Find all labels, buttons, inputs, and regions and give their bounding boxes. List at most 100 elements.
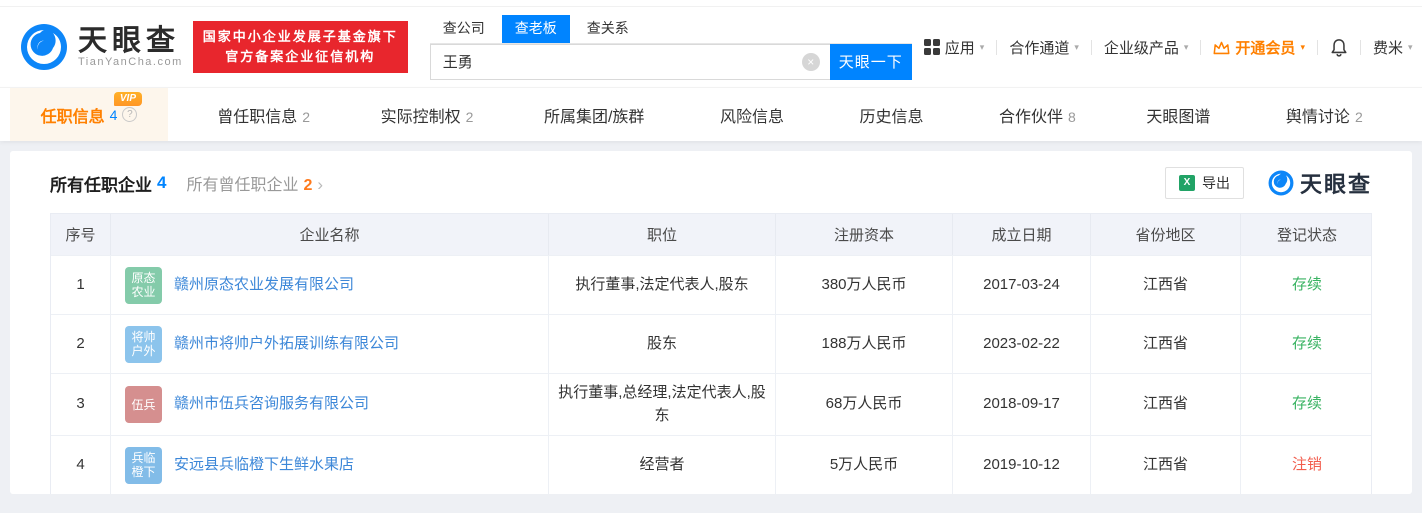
table-row: 1 原态 农业 赣州原态农业发展有限公司 执行董事,法定代表人,股东 380万人… (51, 255, 1371, 314)
chevron-down-icon: ▾ (1407, 41, 1413, 52)
export-label: 导出 (1201, 175, 1230, 191)
nav-apps-label: 应用 (944, 39, 975, 57)
col-header-region: 省份地区 (1091, 214, 1241, 255)
col-header-company: 企业名称 (111, 214, 549, 255)
help-icon[interactable]: ? (122, 107, 138, 122)
company-avatar: 原态 农业 (125, 266, 162, 304)
cell-position: 执行董事,总经理,法定代表人,股东 (549, 374, 776, 435)
company-avatar: 伍兵 (125, 386, 162, 423)
bell-icon (1331, 38, 1347, 57)
cell-company: 将帅 户外 赣州市将帅户外拓展训练有限公司 (111, 315, 549, 373)
table-row: 2 将帅 户外 赣州市将帅户外拓展训练有限公司 股东 188万人民币 2023-… (51, 314, 1371, 373)
status-badge: 存续 (1291, 395, 1322, 413)
nav-cooperation[interactable]: 合作通道 ▾ (997, 37, 1091, 58)
nav-notifications[interactable] (1318, 38, 1360, 57)
table-row: 3 伍兵 赣州市伍兵咨询服务有限公司 执行董事,总经理,法定代表人,股东 68万… (51, 373, 1371, 435)
tab-graph[interactable]: 天眼图谱 (1146, 103, 1215, 127)
clear-search-icon[interactable]: × (801, 52, 820, 71)
search-tab-company[interactable]: 查公司 (430, 15, 498, 43)
nav-open-membership[interactable]: 开通会员 ▾ (1201, 37, 1317, 58)
logo-title: 天眼查 (78, 25, 181, 57)
col-header-no: 序号 (51, 214, 111, 255)
col-header-capital: 注册资本 (776, 214, 953, 255)
tab-label: 实际控制权 (380, 108, 461, 126)
gov-certification-badge: 国家中小企业发展子基金旗下 官方备案企业征信机构 (192, 21, 408, 73)
cell-date: 2019-10-12 (953, 436, 1091, 494)
nav-member-label: 开通会员 (1235, 39, 1296, 57)
company-link[interactable]: 赣州原态农业发展有限公司 (174, 274, 354, 297)
search-tab-boss[interactable]: 查老板 (501, 14, 570, 43)
status-badge: 存续 (1291, 334, 1322, 352)
past-positions-count: 2 (303, 177, 313, 194)
positions-card: 所有任职企业 4 所有曾任职企业 2 › X 导出 天眼查 序号 企业名称 职位… (10, 151, 1412, 494)
tianyancha-swirl-icon (21, 24, 67, 70)
cell-company: 兵临 橙下 安远县兵临橙下生鲜水果店 (111, 436, 549, 494)
section-title-count: 4 (157, 173, 167, 192)
cell-company: 原态 农业 赣州原态农业发展有限公司 (111, 256, 549, 314)
crown-icon (1213, 41, 1230, 54)
tianyancha-watermark: 天眼查 (1268, 167, 1372, 199)
section-tabbar: VIP 任职信息 4 ? 曾任职信息 2 实际控制权 2 所属集团/族群 风险信… (0, 87, 1422, 141)
company-avatar-text: 户外 (131, 344, 156, 358)
nav-username: 费米 (1372, 39, 1403, 57)
tab-count: 2 (1354, 108, 1363, 125)
nav-apps[interactable]: 应用 ▾ (912, 37, 997, 58)
past-positions-link[interactable]: 所有曾任职企业 2 › (186, 171, 323, 195)
tab-count: 2 (465, 108, 474, 125)
cell-region: 江西省 (1091, 256, 1241, 314)
search-input[interactable] (429, 43, 830, 80)
tab-public-opinion[interactable]: 舆情讨论 2 (1286, 103, 1363, 127)
table-row: 4 兵临 橙下 安远县兵临橙下生鲜水果店 经营者 5万人民币 2019-10-1… (51, 435, 1371, 494)
company-avatar-text: 兵临 (131, 451, 156, 465)
cell-no: 1 (51, 256, 111, 314)
nav-user-account[interactable]: 费米 ▾ (1361, 37, 1422, 58)
company-avatar: 兵临 橙下 (125, 446, 162, 484)
tab-label: 历史信息 (859, 108, 924, 126)
search-tab-relation[interactable]: 查关系 (574, 15, 642, 43)
chevron-down-icon: ▾ (979, 41, 985, 52)
tab-label: 任职信息 (40, 108, 105, 126)
tab-label: 舆情讨论 (1285, 108, 1350, 126)
tab-past-positions[interactable]: 曾任职信息 2 (217, 103, 310, 127)
status-badge: 注销 (1291, 455, 1322, 473)
nav-cooperation-label: 合作通道 (1009, 39, 1070, 57)
cell-region: 江西省 (1091, 374, 1241, 435)
tab-partners[interactable]: 合作伙伴 8 (999, 103, 1076, 127)
section-head: 所有任职企业 4 所有曾任职企业 2 › X 导出 天眼查 (50, 167, 1372, 199)
tab-label: 合作伙伴 (999, 108, 1064, 126)
cell-no: 2 (51, 315, 111, 373)
page-top-divider (0, 0, 1422, 7)
tab-label: 所属集团/族群 (543, 108, 645, 126)
cell-capital: 380万人民币 (776, 256, 953, 314)
tab-actual-control[interactable]: 实际控制权 2 (381, 103, 474, 127)
vip-badge: VIP (113, 92, 142, 106)
tab-history-info[interactable]: 历史信息 (859, 103, 928, 127)
cell-company: 伍兵 赣州市伍兵咨询服务有限公司 (111, 374, 549, 435)
cell-region: 江西省 (1091, 436, 1241, 494)
tab-positions-active[interactable]: VIP 任职信息 4 ? (10, 88, 168, 141)
tab-label: 天眼图谱 (1146, 108, 1211, 126)
tab-count: 2 (302, 108, 311, 125)
company-avatar: 将帅 户外 (125, 325, 162, 363)
chevron-down-icon: ▾ (1183, 41, 1189, 52)
tianyancha-logo[interactable]: 天眼查 TianYanCha.com (20, 23, 183, 71)
cell-date: 2023-02-22 (953, 315, 1091, 373)
chevron-down-icon: ▾ (1074, 41, 1079, 52)
nav-enterprise-label: 企业级产品 (1103, 39, 1179, 57)
col-header-status: 登记状态 (1276, 227, 1337, 244)
company-avatar-text: 原态 (131, 271, 156, 285)
cell-position: 执行董事,法定代表人,股东 (549, 256, 776, 314)
cell-no: 4 (51, 436, 111, 494)
company-link[interactable]: 赣州市将帅户外拓展训练有限公司 (174, 333, 399, 356)
company-avatar-text: 橙下 (131, 465, 156, 479)
export-button[interactable]: X 导出 (1164, 167, 1244, 199)
col-header-position: 职位 (549, 214, 776, 255)
status-badge: 存续 (1291, 275, 1322, 293)
cell-date: 2018-09-17 (953, 374, 1091, 435)
company-link[interactable]: 安远县兵临橙下生鲜水果店 (174, 454, 354, 477)
tab-risk-info[interactable]: 风险信息 (720, 103, 789, 127)
nav-enterprise-products[interactable]: 企业级产品 ▾ (1092, 37, 1201, 58)
search-button[interactable]: 天眼一下 (829, 43, 912, 80)
company-link[interactable]: 赣州市伍兵咨询服务有限公司 (174, 393, 369, 416)
tab-group-cluster[interactable]: 所属集团/族群 (544, 103, 649, 127)
